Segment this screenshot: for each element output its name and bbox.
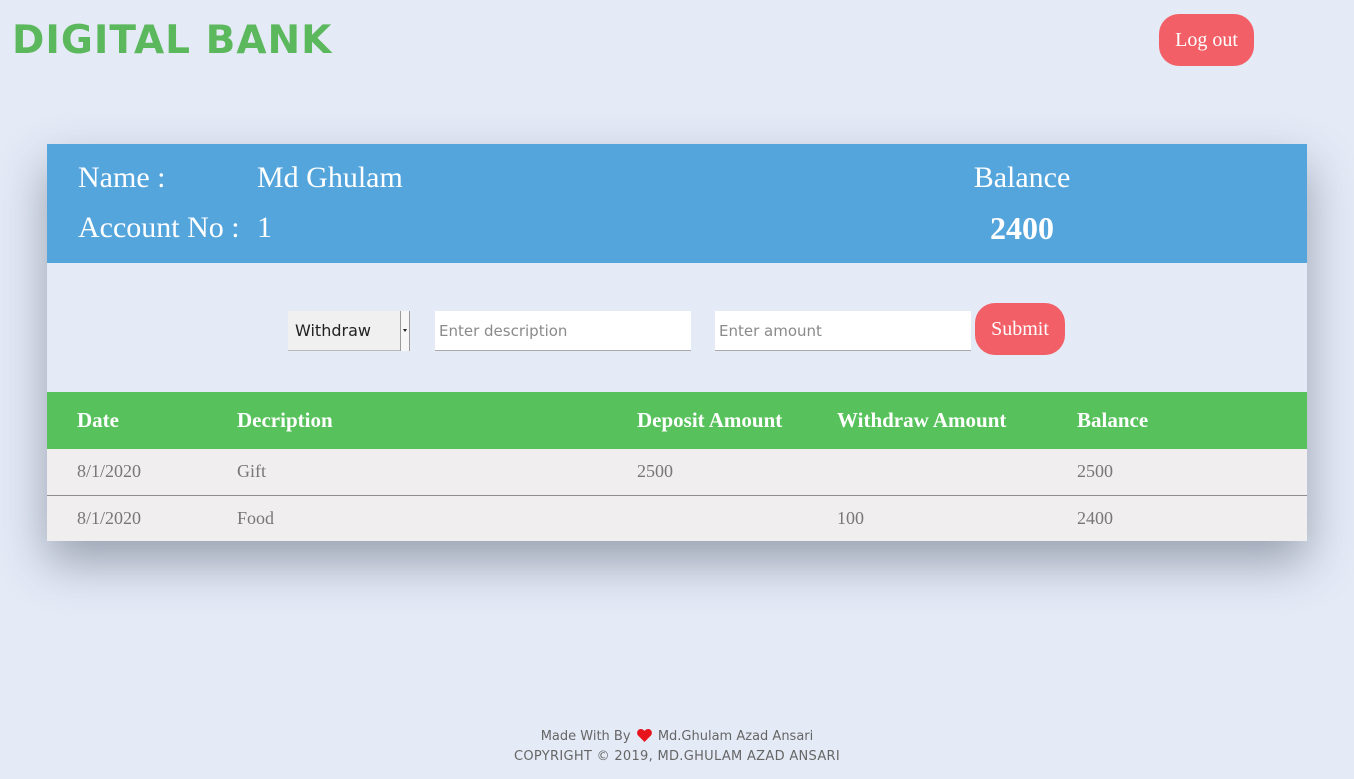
cell-balance: 2400 xyxy=(1047,495,1307,541)
footer-copyright: COPYRIGHT © 2019, MD.GHULAM AZAD ANSARI xyxy=(514,749,840,764)
transaction-type-select[interactable]: Withdraw xyxy=(288,311,410,351)
table-header-row: Date Decription Deposit Amount Withdraw … xyxy=(47,392,1307,449)
amount-input[interactable] xyxy=(715,311,971,351)
column-header-balance: Balance xyxy=(1047,392,1307,449)
cell-deposit: 2500 xyxy=(607,449,807,496)
account-number-label: Account No : xyxy=(78,211,240,244)
balance-value: 2400 xyxy=(990,210,1054,246)
submit-button[interactable]: Submit xyxy=(975,303,1065,355)
account-number-value: 1 xyxy=(257,211,272,244)
account-summary-panel: Name : Md Ghulam Account No : 1 Balance … xyxy=(47,144,1307,263)
account-card: Name : Md Ghulam Account No : 1 Balance … xyxy=(47,144,1307,541)
footer-made-with-text: Made With By xyxy=(540,729,631,744)
chevron-down-icon[interactable] xyxy=(400,311,410,351)
transactions-table: Date Decription Deposit Amount Withdraw … xyxy=(47,392,1307,541)
transaction-form: Withdraw Submit xyxy=(47,263,1307,392)
cell-date: 8/1/2020 xyxy=(47,449,207,496)
cell-withdraw xyxy=(807,449,1047,496)
column-header-deposit: Deposit Amount xyxy=(607,392,807,449)
column-header-description: Decription xyxy=(207,392,607,449)
description-input[interactable] xyxy=(435,311,691,351)
column-header-date: Date xyxy=(47,392,207,449)
brand-logo-text: DIGITAL BANK xyxy=(12,18,333,63)
transaction-type-selected: Withdraw xyxy=(295,321,371,340)
balance-label: Balance xyxy=(973,161,1071,194)
footer-author: Md.Ghulam Azad Ansari xyxy=(657,729,814,744)
cell-date: 8/1/2020 xyxy=(47,495,207,541)
table-row: 8/1/2020 Gift 2500 2500 xyxy=(47,449,1307,496)
name-value: Md Ghulam xyxy=(257,161,403,194)
name-label: Name : xyxy=(78,161,166,194)
logout-button[interactable]: Log out xyxy=(1159,14,1254,66)
column-header-withdraw: Withdraw Amount xyxy=(807,392,1047,449)
cell-description: Gift xyxy=(207,449,607,496)
cell-withdraw: 100 xyxy=(807,495,1047,541)
cell-deposit xyxy=(607,495,807,541)
cell-balance: 2500 xyxy=(1047,449,1307,496)
footer-credit: Made With By Md.Ghulam Azad Ansari xyxy=(0,728,1354,747)
heart-icon xyxy=(636,729,652,747)
table-row: 8/1/2020 Food 100 2400 xyxy=(47,495,1307,541)
cell-description: Food xyxy=(207,495,607,541)
